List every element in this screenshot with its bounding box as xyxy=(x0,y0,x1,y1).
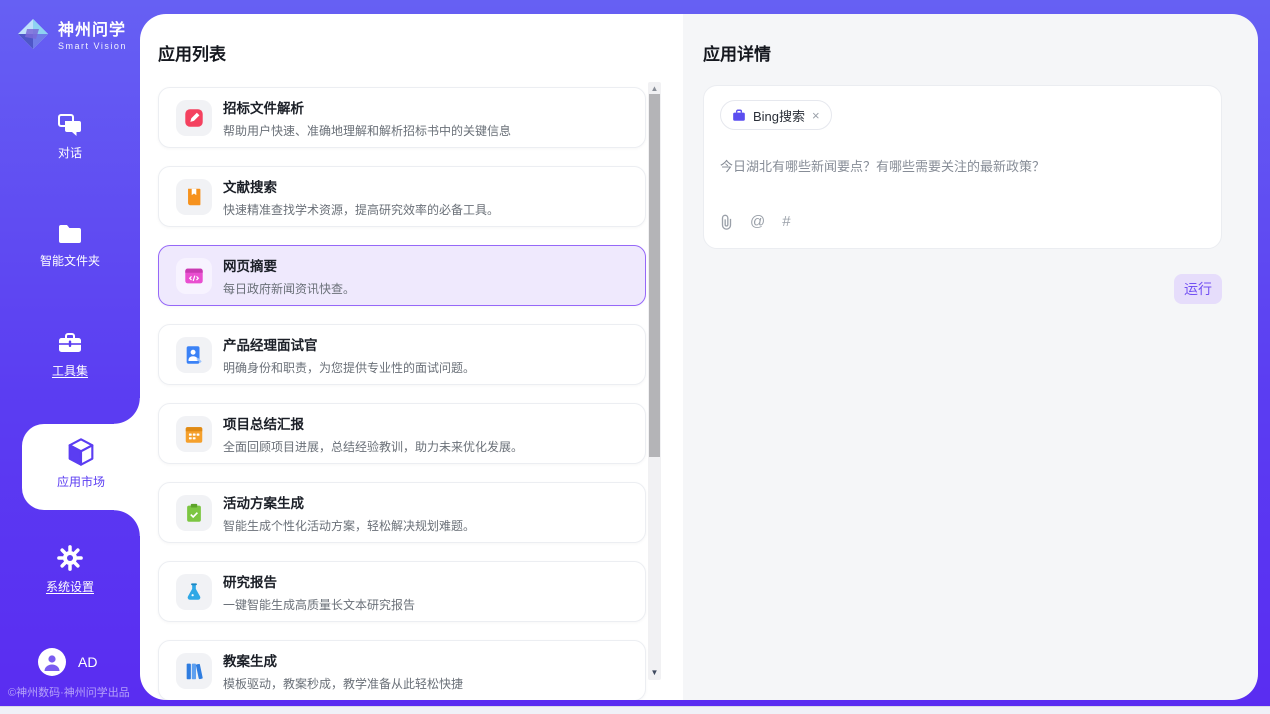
sidebar-item-app-market[interactable]: 应用市场 xyxy=(22,424,140,510)
calendar-icon xyxy=(183,423,205,445)
brand-subtitle: Smart Vision xyxy=(58,41,127,51)
hash-icon[interactable]: # xyxy=(782,213,790,230)
cube-icon xyxy=(65,436,97,468)
tool-chip-bing-search[interactable]: Bing搜索 × xyxy=(720,100,832,130)
list-item-event-plan[interactable]: 活动方案生成 智能生成个性化活动方案，轻松解决规划难题。 xyxy=(158,482,646,543)
folder-icon xyxy=(56,222,84,246)
avatar xyxy=(38,648,66,676)
list-item-pm-interviewer[interactable]: 产品经理面试官 明确身份和职责，为您提供专业性的面试问题。 xyxy=(158,324,646,385)
briefcase-icon xyxy=(732,109,746,122)
app-list-title: 应用列表 xyxy=(158,40,683,65)
list-item-research-report[interactable]: 研究报告 一键智能生成高质量长文本研究报告 xyxy=(158,561,646,622)
scrollbar-thumb[interactable] xyxy=(649,94,660,457)
sidebar-item-smart-folder[interactable]: 智能文件夹 xyxy=(0,222,140,269)
app-list-panel: 应用列表 招标文件解析 帮助用户快速、准确地理解和解析招标书中的关键信息 xyxy=(140,14,683,700)
list-scrollbar[interactable]: ▲ ▼ xyxy=(648,82,661,680)
flask-icon xyxy=(183,581,205,603)
brand-name: 神州问学 xyxy=(58,16,127,40)
tool-chip-label: Bing搜索 xyxy=(753,106,805,125)
sidebar-item-settings[interactable]: 系统设置 xyxy=(0,544,140,595)
mention-icon[interactable]: @ xyxy=(750,213,765,230)
books-icon xyxy=(183,660,205,682)
list-item-project-summary[interactable]: 项目总结汇报 全面回顾项目进展，总结经验教训，助力未来优化发展。 xyxy=(158,403,646,464)
user-name: AD xyxy=(78,654,97,670)
diamond-logo-icon xyxy=(16,17,50,51)
composer-toolbar: @ # xyxy=(720,213,1205,234)
scroll-down-icon[interactable]: ▼ xyxy=(648,668,661,678)
sidebar-item-chat[interactable]: 对话 xyxy=(0,112,140,161)
sidebar: 神州问学 Smart Vision 对话 智能文件夹 xyxy=(0,0,140,706)
tab-curve-top xyxy=(114,398,140,424)
tab-curve-bottom xyxy=(114,510,140,536)
webpage-code-icon xyxy=(183,265,205,287)
interviewer-icon xyxy=(183,344,205,366)
window-bottom-edge xyxy=(0,706,1270,714)
list-item-literature-search[interactable]: 文献搜索 快速精准查找学术资源，提高研究效率的必备工具。 xyxy=(158,166,646,227)
app-list: 招标文件解析 帮助用户快速、准确地理解和解析招标书中的关键信息 文献搜索 快速精… xyxy=(158,87,646,700)
attachment-icon[interactable] xyxy=(720,214,733,230)
user-account[interactable]: AD xyxy=(38,648,97,676)
list-item-web-summary[interactable]: 网页摘要 每日政府新闻资讯快查。 xyxy=(158,245,646,306)
toolbox-icon xyxy=(56,330,84,356)
chip-close-icon[interactable]: × xyxy=(812,109,820,122)
scroll-up-icon[interactable]: ▲ xyxy=(648,84,661,94)
prompt-text[interactable]: 今日湖北有哪些新闻要点？有哪些需要关注的最新政策？ xyxy=(720,156,1205,175)
book-icon xyxy=(183,186,205,208)
bid-document-icon xyxy=(183,107,205,129)
app-detail-panel: 应用详情 Bing搜索 × 今日湖北有哪些新闻要点？有哪些需要关注的最新政策？ xyxy=(683,14,1258,700)
app-detail-title: 应用详情 xyxy=(703,40,1222,65)
gear-icon xyxy=(56,544,84,572)
list-item-lesson-plan[interactable]: 教案生成 模板驱动，教案秒成，教学准备从此轻松快捷 xyxy=(158,640,646,700)
sidebar-item-toolbox[interactable]: 工具集 xyxy=(0,330,140,379)
prompt-composer[interactable]: Bing搜索 × 今日湖北有哪些新闻要点？有哪些需要关注的最新政策？ @ # xyxy=(703,85,1222,249)
brand-logo: 神州问学 Smart Vision xyxy=(16,16,127,51)
clipboard-check-icon xyxy=(183,502,205,524)
chat-icon xyxy=(56,112,84,138)
copyright-footer: ©神州数码·神州问学出品 xyxy=(8,684,130,700)
list-item-bid-parse[interactable]: 招标文件解析 帮助用户快速、准确地理解和解析招标书中的关键信息 xyxy=(158,87,646,148)
run-button[interactable]: 运行 xyxy=(1174,274,1222,304)
app-window: 神州问学 Smart Vision 对话 智能文件夹 xyxy=(0,0,1270,714)
main-content: 应用列表 招标文件解析 帮助用户快速、准确地理解和解析招标书中的关键信息 xyxy=(140,14,1258,700)
